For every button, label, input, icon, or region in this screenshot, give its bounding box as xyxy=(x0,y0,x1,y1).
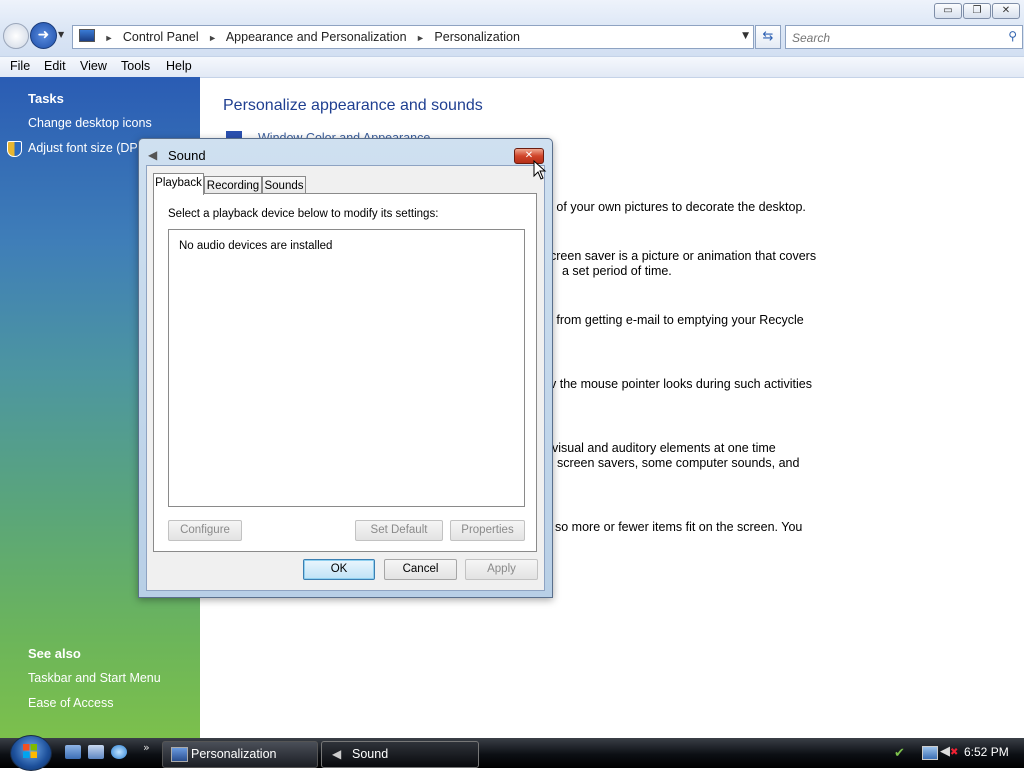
screen-saver-description: creen saver is a picture or animation th… xyxy=(550,249,817,263)
forward-button[interactable]: ➜ xyxy=(30,22,57,49)
display-settings-description: so more or fewer items fit on the screen… xyxy=(555,520,803,534)
playback-device-list[interactable]: No audio devices are installed xyxy=(168,229,525,507)
page-title: Personalize appearance and sounds xyxy=(223,97,483,114)
sound-dialog: ◀ Sound ✕ Playback Recording Sounds Sele… xyxy=(138,138,553,598)
theme-description: visual and auditory elements at one time xyxy=(552,441,776,455)
address-dropdown-icon[interactable]: ▼ xyxy=(742,31,749,41)
network-icon[interactable] xyxy=(922,746,938,760)
dialog-body: Playback Recording Sounds Select a playb… xyxy=(146,165,545,591)
back-button[interactable] xyxy=(3,23,29,49)
mouse-pointers-description: v the mouse pointer looks during such ac… xyxy=(550,377,812,391)
breadcrumb-personalization[interactable]: Personalization xyxy=(434,30,519,44)
taskbar-label-personalization: Personalization xyxy=(191,747,277,761)
ok-button[interactable]: OK xyxy=(303,559,375,580)
apply-button[interactable]: Apply xyxy=(465,559,538,580)
breadcrumb-appearance[interactable]: Appearance and Personalization xyxy=(226,30,407,44)
set-default-button[interactable]: Set Default xyxy=(355,520,443,541)
volume-muted-icon[interactable]: ◀✖ xyxy=(940,744,958,759)
speaker-icon: ◀ xyxy=(148,148,158,162)
properties-button[interactable]: Properties xyxy=(450,520,525,541)
search-box[interactable]: ⚲ xyxy=(785,25,1023,49)
menu-help[interactable]: Help xyxy=(166,59,192,73)
close-window-button[interactable]: ✕ xyxy=(992,3,1020,19)
windows-logo-icon xyxy=(23,744,37,758)
search-icon[interactable]: ⚲ xyxy=(1008,29,1017,43)
breadcrumb-separator-icon[interactable]: ► xyxy=(416,33,425,43)
mouse-cursor-icon xyxy=(533,160,547,180)
clock[interactable]: 6:52 PM xyxy=(964,745,1009,759)
cancel-button[interactable]: Cancel xyxy=(384,559,457,580)
change-desktop-icons-link[interactable]: Change desktop icons xyxy=(28,116,152,130)
desktop-background-description: e of your own pictures to decorate the d… xyxy=(546,200,806,214)
recent-pages-dropdown[interactable]: ▼ xyxy=(58,30,64,39)
sounds-description: g from getting e-mail to emptying your R… xyxy=(546,313,804,327)
minimize-button[interactable]: ▭ xyxy=(934,3,962,19)
menu-bar: File Edit View Tools Help xyxy=(0,56,1024,78)
theme-description-2: , screen savers, some computer sounds, a… xyxy=(550,456,800,470)
quick-launch-overflow-icon[interactable]: » xyxy=(143,741,150,754)
taskbar-start-menu-link[interactable]: Taskbar and Start Menu xyxy=(28,671,161,685)
address-bar[interactable]: ► Control Panel ► Appearance and Persona… xyxy=(72,25,754,49)
screen-saver-description-2: a set period of time. xyxy=(562,264,672,278)
control-panel-icon xyxy=(79,29,95,42)
taskbar-button-personalization[interactable]: Personalization xyxy=(162,741,318,768)
see-also-heading: See also xyxy=(28,646,81,661)
playback-instruction: Select a playback device below to modify… xyxy=(168,208,439,220)
breadcrumb-separator-icon[interactable]: ► xyxy=(208,33,217,43)
menu-view[interactable]: View xyxy=(80,59,107,73)
maximize-button[interactable]: ❐ xyxy=(963,3,991,19)
menu-tools[interactable]: Tools xyxy=(121,59,150,73)
menu-file[interactable]: File xyxy=(10,59,30,73)
search-input[interactable] xyxy=(790,28,994,47)
no-devices-message: No audio devices are installed xyxy=(179,240,333,252)
configure-button[interactable]: Configure xyxy=(168,520,242,541)
shield-icon xyxy=(7,141,22,157)
switch-windows-icon[interactable] xyxy=(88,745,104,759)
tab-playback[interactable]: Playback xyxy=(153,173,204,195)
personalization-icon xyxy=(171,747,188,762)
show-desktop-icon[interactable] xyxy=(65,745,81,759)
taskbar xyxy=(0,738,1024,768)
tasks-heading: Tasks xyxy=(28,91,64,106)
taskbar-button-sound[interactable]: ◀ Sound xyxy=(321,741,479,768)
playback-panel: Select a playback device below to modify… xyxy=(153,193,537,552)
refresh-button[interactable]: ⇆ xyxy=(755,25,781,49)
taskbar-label-sound: Sound xyxy=(352,747,389,761)
ease-of-access-link[interactable]: Ease of Access xyxy=(28,696,113,710)
menu-edit[interactable]: Edit xyxy=(44,59,66,73)
security-check-icon[interactable]: ✔ xyxy=(894,746,905,761)
breadcrumb-separator-icon[interactable]: ► xyxy=(104,33,113,43)
breadcrumb-control-panel[interactable]: Control Panel xyxy=(123,30,199,44)
adjust-font-size-link[interactable]: Adjust font size (DPI) xyxy=(28,141,145,155)
speaker-icon: ◀ xyxy=(332,747,342,761)
dialog-title: Sound xyxy=(168,148,206,163)
internet-explorer-icon[interactable] xyxy=(111,745,127,759)
